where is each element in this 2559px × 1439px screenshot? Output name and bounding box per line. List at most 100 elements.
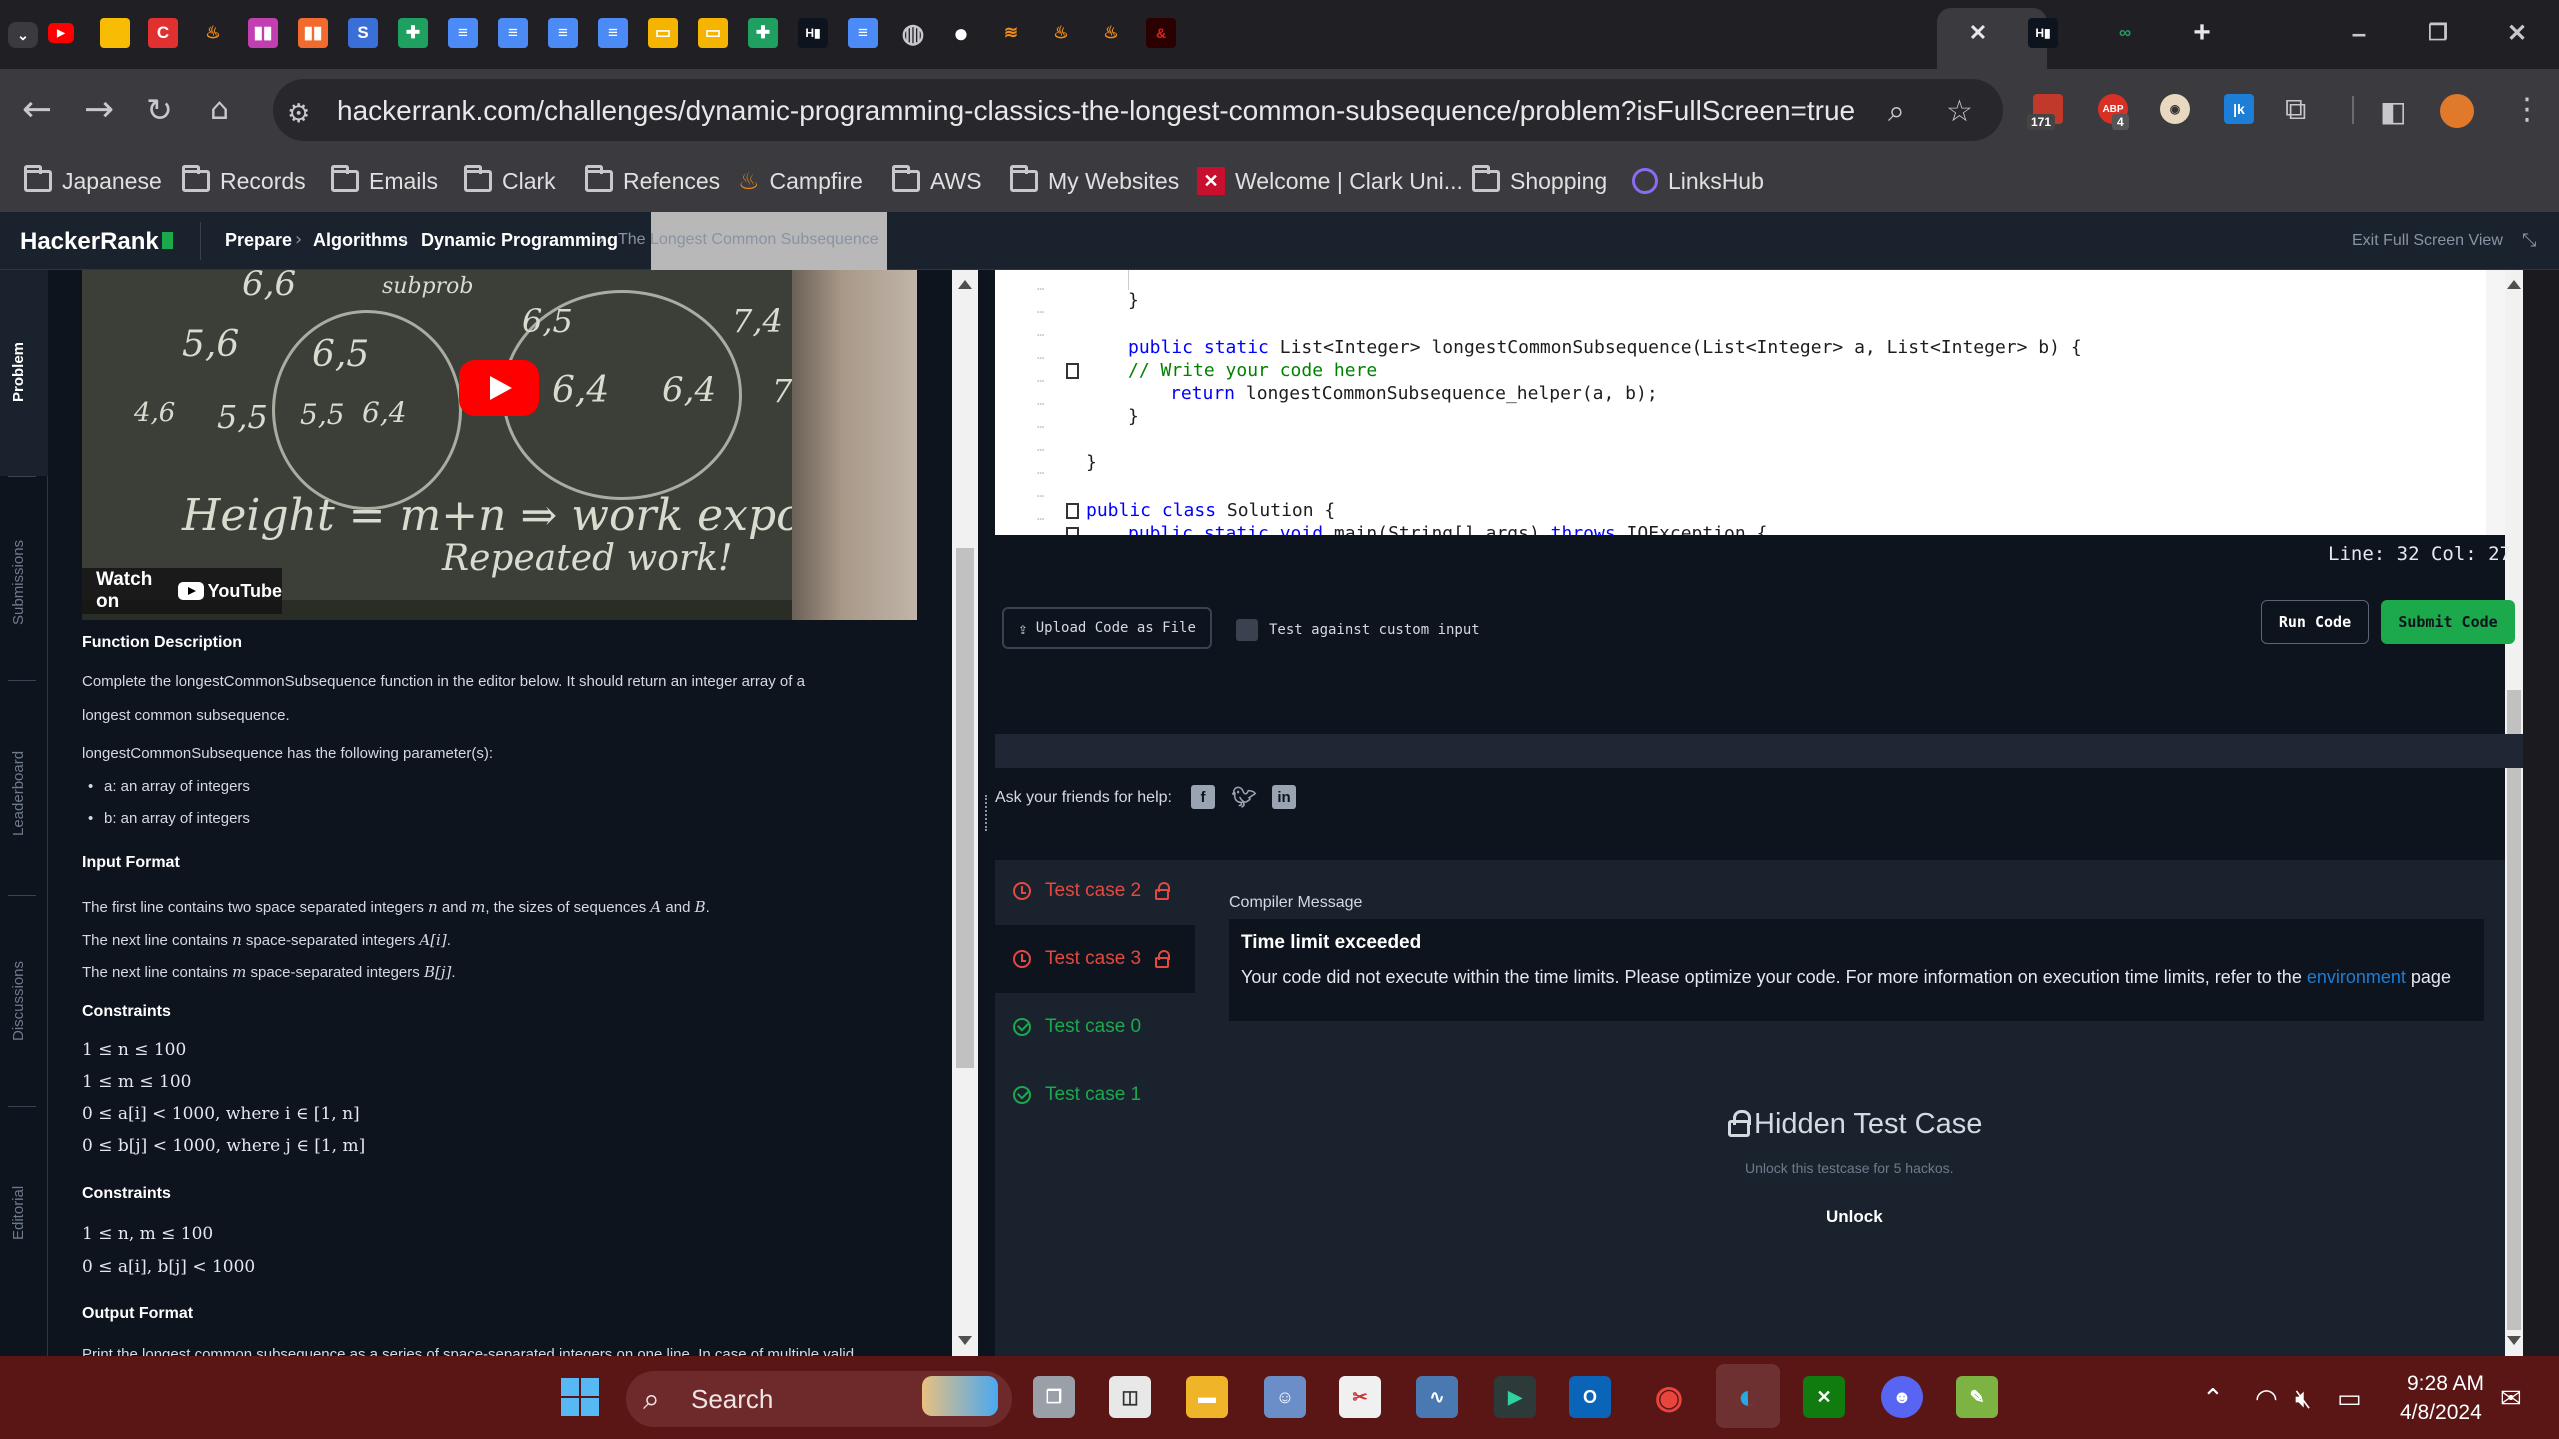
outlook-icon[interactable]: O xyxy=(1569,1376,1611,1418)
file-explorer-icon[interactable]: ▬ xyxy=(1186,1376,1228,1418)
trello-tab-icon[interactable]: ▮▮ xyxy=(248,18,278,48)
back-icon[interactable]: ← xyxy=(22,92,52,128)
xbox-icon[interactable]: ✕ xyxy=(1803,1376,1845,1418)
custom-input-checkbox[interactable] xyxy=(1236,619,1258,641)
docs-tab-icon-4[interactable]: ≡ xyxy=(598,18,628,48)
bookmark-japanese[interactable]: Japanese xyxy=(24,163,162,199)
zoom-icon[interactable]: ⌕ xyxy=(1888,94,1905,130)
nav-problem[interactable]: Problem xyxy=(10,342,27,402)
scroll-up-icon[interactable] xyxy=(2507,280,2521,289)
hackerrank-logo[interactable]: HackerRank xyxy=(20,228,173,256)
stackoverflow-tab-icon[interactable]: ≋ xyxy=(996,18,1026,48)
linkedin-icon[interactable]: in xyxy=(1272,785,1296,809)
minimize-icon[interactable]: – xyxy=(2344,18,2374,48)
task-view-icon[interactable]: ❐ xyxy=(1033,1376,1075,1418)
unlock-button[interactable]: Unlock xyxy=(1826,1207,1883,1227)
scroll-up-icon[interactable] xyxy=(958,280,972,289)
trello-orange-tab-icon[interactable]: ▮▮ xyxy=(298,18,328,48)
bookmark-emails[interactable]: Emails xyxy=(331,163,438,199)
bookmark-refences[interactable]: Refences xyxy=(585,163,720,199)
bookmark-shopping[interactable]: Shopping xyxy=(1472,163,1607,199)
nav-submissions[interactable]: Submissions xyxy=(10,540,27,625)
widgets-icon[interactable]: ◫ xyxy=(1109,1376,1151,1418)
youtube-play-button[interactable] xyxy=(459,360,539,416)
environment-link[interactable]: environment xyxy=(2307,967,2406,987)
profile-avatar[interactable] xyxy=(2440,94,2474,128)
docs-tab-icon-3[interactable]: ≡ xyxy=(548,18,578,48)
s-tab-icon[interactable]: S xyxy=(348,18,378,48)
monitor-app-icon[interactable]: ∿ xyxy=(1416,1376,1458,1418)
terminal-app-icon[interactable]: ▶ xyxy=(1494,1376,1536,1418)
globe-tab-icon[interactable]: ◍ xyxy=(898,18,928,48)
clock-date[interactable]: 4/8/2024 xyxy=(2400,1401,2482,1425)
extension-face-icon[interactable]: ◉ xyxy=(2160,94,2190,124)
slides-tab-icon-1[interactable]: ▭ xyxy=(648,18,678,48)
collapse-icon[interactable]: ⤡ xyxy=(2522,230,2536,251)
nav-leaderboard[interactable]: Leaderboard xyxy=(10,751,27,836)
snipping-tool-icon[interactable]: ✂ xyxy=(1339,1376,1381,1418)
close-tab-icon[interactable]: ✕ xyxy=(1963,18,1993,48)
bookmark-clark[interactable]: Clark xyxy=(464,163,556,199)
site-settings-icon[interactable]: ⚙ xyxy=(287,96,310,132)
slides-tab-icon-2[interactable]: ▭ xyxy=(698,18,728,48)
chrome-menu-icon[interactable]: ⋮ xyxy=(2512,92,2542,128)
chevron-up-icon[interactable]: ⌃ xyxy=(2202,1384,2224,1414)
editor-minimap-track[interactable] xyxy=(2486,270,2505,535)
docs-tab-icon-5[interactable]: ≡ xyxy=(848,18,878,48)
bookmark-star-icon[interactable]: ☆ xyxy=(1946,94,1973,130)
upload-code-button[interactable]: ⇪ Upload Code as File xyxy=(1002,607,1212,649)
app-robot-icon[interactable]: ☺ xyxy=(1264,1376,1306,1418)
campfire-tab-icon[interactable]: ♨ xyxy=(198,18,228,48)
discord-icon[interactable]: ☻ xyxy=(1881,1376,1923,1418)
docs-tab-icon-2[interactable]: ≡ xyxy=(498,18,528,48)
youtube-tab-icon[interactable]: ▶ xyxy=(48,23,74,43)
problem-scrollbar-thumb[interactable] xyxy=(956,548,974,1068)
bookmark-campfire[interactable]: ♨ Campfire xyxy=(738,163,863,199)
chrome-icon[interactable]: ◉ xyxy=(1648,1376,1690,1418)
testcase-tab-2[interactable]: Test case 2 xyxy=(995,857,1195,925)
home-icon[interactable]: ⌂ xyxy=(210,92,229,128)
speaker-muted-icon[interactable]: 🔇︎ xyxy=(2295,1384,2311,1415)
forward-icon[interactable]: → xyxy=(84,92,114,128)
edge-icon[interactable]: ◐ xyxy=(1727,1376,1769,1418)
run-code-button[interactable]: Run Code xyxy=(2261,600,2369,644)
windows-start-icon[interactable] xyxy=(559,1376,601,1418)
sheets-tab-icon-2[interactable]: ✚ xyxy=(748,18,778,48)
extension-blue-icon[interactable]: |k xyxy=(2224,94,2254,124)
tab-search-chevron-icon[interactable]: ⌄ xyxy=(8,22,38,48)
c-tab-icon[interactable]: C xyxy=(148,18,178,48)
notepad-app-icon[interactable]: ✎ xyxy=(1956,1376,1998,1418)
bookmark-records[interactable]: Records xyxy=(182,163,306,199)
clock-time[interactable]: 9:28 AM xyxy=(2407,1372,2484,1396)
dnd-tab-icon[interactable]: & xyxy=(1146,18,1176,48)
sheets-tab-icon[interactable]: ✚ xyxy=(398,18,428,48)
battery-icon[interactable]: ▭ xyxy=(2337,1384,2362,1414)
watch-on-youtube-button[interactable]: Watch on YouTube xyxy=(82,568,282,614)
breadcrumb-dynamic-programming[interactable]: Dynamic Programming xyxy=(421,230,618,251)
editor-scrollbar-thumb[interactable] xyxy=(2507,690,2521,1330)
bookmark-clark-university[interactable]: ✕ Welcome | Clark Uni... xyxy=(1197,163,1463,199)
wifi-icon[interactable]: ◠ xyxy=(2255,1384,2278,1414)
docs-tab-icon-1[interactable]: ≡ xyxy=(448,18,478,48)
twitter-icon[interactable]: 🐦︎ xyxy=(1231,785,1256,809)
extensions-puzzle-icon[interactable]: ⧉ xyxy=(2285,92,2306,128)
custom-input-label[interactable]: Test against custom input xyxy=(1269,622,1480,638)
keep-tab-icon[interactable] xyxy=(100,18,130,48)
bookmark-linkshub[interactable]: LinksHub xyxy=(1632,163,1764,199)
url-text[interactable]: hackerrank.com/challenges/dynamic-progra… xyxy=(337,95,1855,127)
submit-code-button[interactable]: Submit Code xyxy=(2381,600,2515,644)
nav-editorial[interactable]: Editorial xyxy=(10,1186,27,1240)
notification-icon[interactable]: ✉ xyxy=(2500,1384,2522,1414)
github-tab-icon[interactable]: ● xyxy=(946,18,976,48)
nav-discussions[interactable]: Discussions xyxy=(10,961,27,1041)
testcase-tab-0[interactable]: Test case 0 xyxy=(995,993,1195,1061)
testcase-tab-3[interactable]: Test case 3 xyxy=(995,925,1195,993)
breadcrumb-prepare[interactable]: Prepare xyxy=(225,230,292,251)
restore-icon[interactable]: ❐ xyxy=(2423,18,2453,48)
bookmark-my-websites[interactable]: My Websites xyxy=(1010,163,1179,199)
hackerrank-tab-icon-2[interactable]: H▮ xyxy=(2028,18,2058,48)
green-tab-icon[interactable]: ∞ xyxy=(2110,18,2140,48)
side-panel-icon[interactable]: ◧ xyxy=(2380,94,2406,130)
reload-icon[interactable]: ↻ xyxy=(146,92,173,128)
scroll-down-icon[interactable] xyxy=(958,1336,972,1345)
